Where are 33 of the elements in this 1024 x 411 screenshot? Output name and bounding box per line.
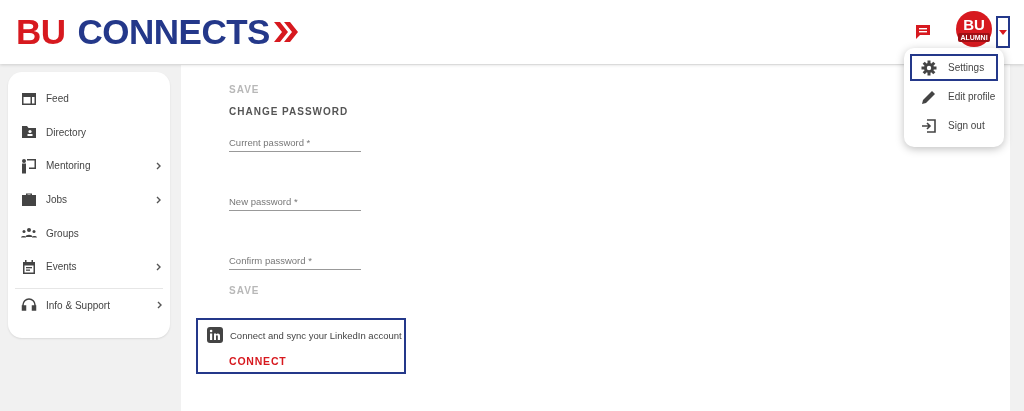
chevron-icon bbox=[157, 301, 163, 310]
connect-button[interactable]: CONNECT bbox=[229, 355, 287, 367]
briefcase-icon bbox=[21, 191, 37, 208]
chat-icon[interactable] bbox=[914, 23, 932, 41]
sidebar-item[interactable]: Mentoring bbox=[8, 149, 170, 183]
sidebar-item[interactable]: Groups bbox=[8, 216, 170, 250]
section-title: CHANGE PASSWORD bbox=[229, 106, 349, 117]
menu-item[interactable]: Sign out bbox=[910, 112, 998, 139]
caret-icon bbox=[999, 29, 1007, 35]
presenter-icon bbox=[21, 158, 37, 174]
menu-item[interactable]: Edit profile bbox=[910, 83, 998, 110]
sign-out-icon bbox=[921, 117, 937, 134]
sidebar-item[interactable]: Info & Support bbox=[15, 288, 163, 323]
logo-text: CONNECTS bbox=[77, 12, 270, 52]
linkedin-icon bbox=[207, 327, 223, 343]
directory-icon bbox=[21, 124, 37, 141]
chevron-icon bbox=[156, 162, 162, 170]
pencil-icon bbox=[921, 88, 937, 105]
feed-icon bbox=[21, 90, 37, 107]
chevron-icon bbox=[156, 262, 162, 271]
sidebar-item[interactable]: Directory bbox=[8, 115, 170, 150]
menu-item[interactable]: Settings bbox=[910, 54, 998, 81]
linkedin-text: Connect and sync your LinkedIn account bbox=[230, 329, 402, 341]
logo-text: BU bbox=[16, 12, 66, 52]
headset-icon bbox=[21, 297, 37, 314]
chevron-icon bbox=[156, 195, 162, 204]
sidebar-item[interactable]: Jobs bbox=[8, 182, 170, 217]
sidebar-item[interactable]: Events bbox=[8, 249, 170, 284]
sidebar-item[interactable]: Feed bbox=[8, 82, 170, 116]
chevrons-icon bbox=[271, 19, 298, 45]
menu-toggle[interactable] bbox=[996, 16, 1010, 48]
settings-icon bbox=[921, 59, 937, 76]
calendar-icon bbox=[21, 258, 37, 275]
